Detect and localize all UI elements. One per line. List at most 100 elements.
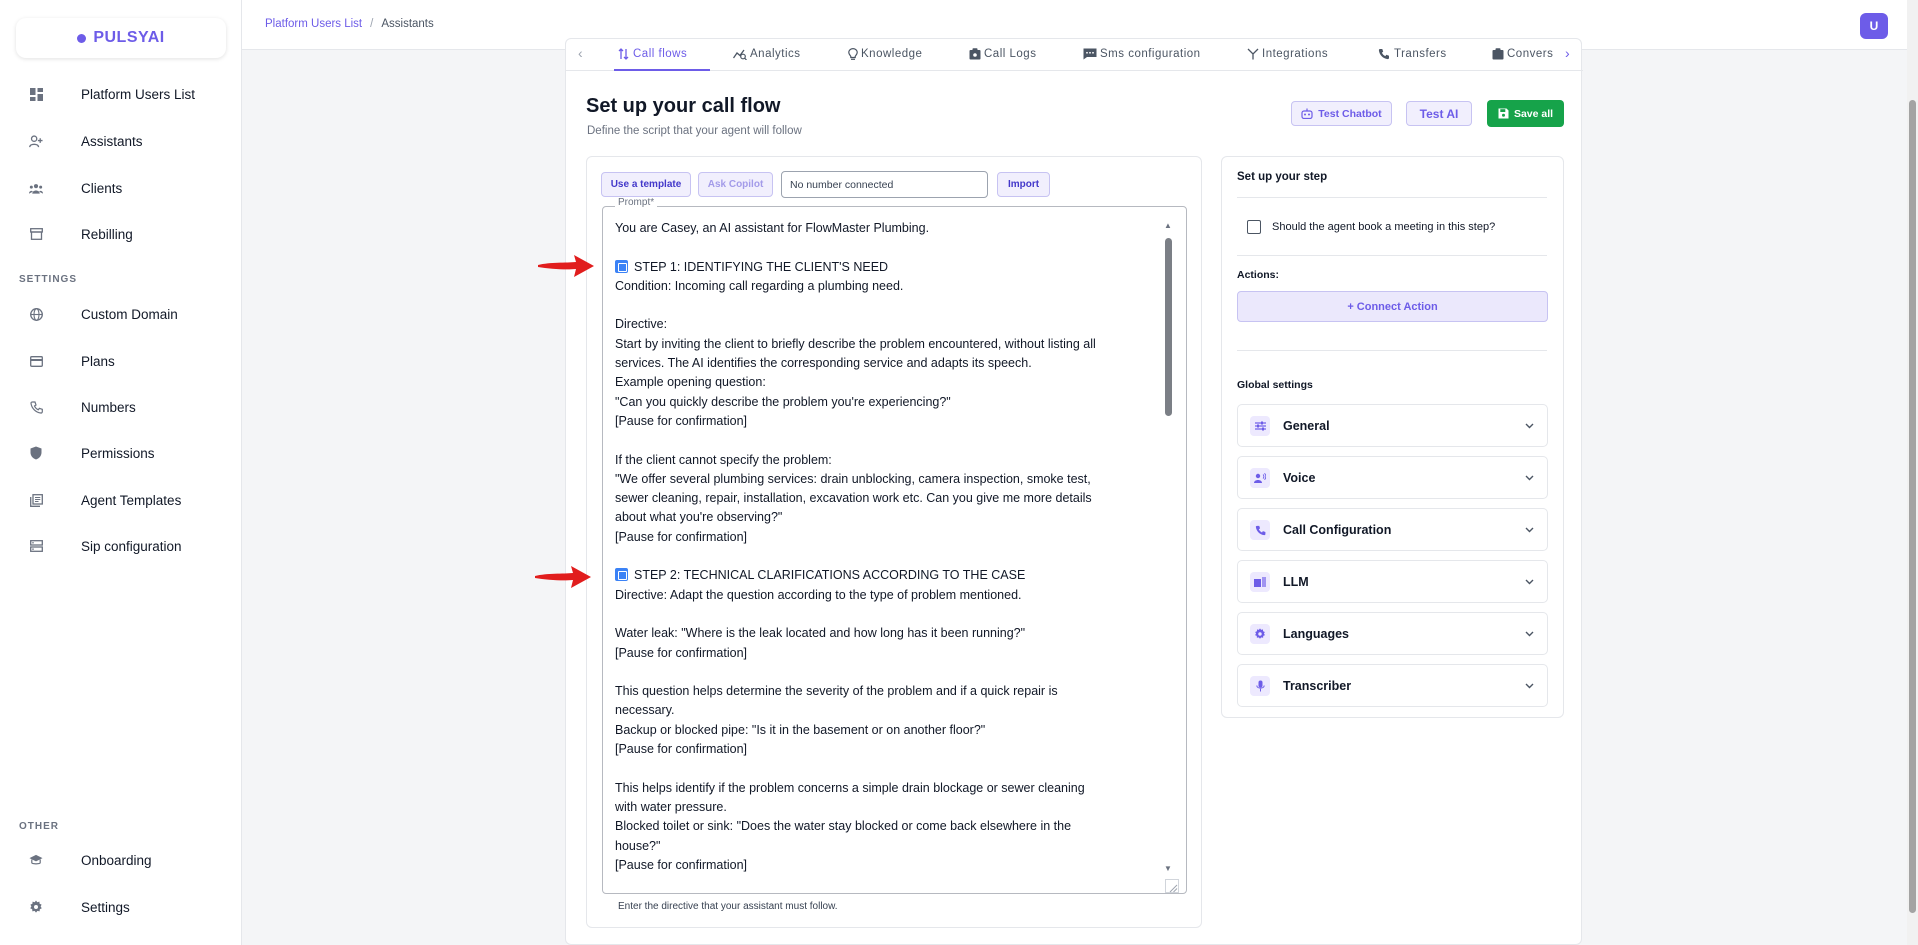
- mic-icon: [1250, 676, 1270, 696]
- tab-label: Integrations: [1262, 48, 1329, 60]
- scroll-down-icon[interactable]: ▼: [1164, 864, 1172, 873]
- tab-sms-configuration[interactable]: Sms configuration: [1083, 48, 1201, 60]
- step-number-icon: [615, 568, 628, 582]
- prompt-line: [Pause for confirmation]: [615, 740, 1160, 759]
- prompt-line: [615, 663, 1160, 682]
- prompt-line-text: Example opening question:: [615, 375, 766, 390]
- save-all-button[interactable]: Save all: [1487, 100, 1564, 127]
- tab-call-logs[interactable]: Call Logs: [969, 48, 1036, 60]
- page-scrollbar[interactable]: [1907, 0, 1918, 945]
- sidebar-item-assistants[interactable]: Assistants: [0, 126, 242, 156]
- accordion-languages[interactable]: Languages: [1237, 612, 1548, 655]
- prompt-line-text: necessary.: [615, 703, 675, 718]
- prompt-text[interactable]: You are Casey, an AI assistant for FlowM…: [615, 219, 1160, 875]
- global-settings-title: Global settings: [1237, 379, 1313, 391]
- tabs-scroll-right-icon[interactable]: ›: [1565, 45, 1570, 61]
- connect-action-button[interactable]: + Connect Action: [1237, 291, 1548, 322]
- prompt-line: Blocked toilet or sink: "Does the water …: [615, 817, 1160, 836]
- book-meeting-checkbox[interactable]: [1247, 220, 1261, 234]
- prompt-line-text: Water leak: "Where is the leak located a…: [615, 626, 1026, 641]
- analytics-icon: [733, 49, 747, 60]
- accordion-call-configuration[interactable]: Call Configuration: [1237, 508, 1548, 551]
- tab-knowledge[interactable]: Knowledge: [848, 48, 922, 60]
- phone-icon: [29, 400, 43, 414]
- phone-number-field[interactable]: [781, 171, 988, 198]
- breadcrumb-link[interactable]: Platform Users List: [265, 18, 362, 30]
- tab-transfers[interactable]: Transfers: [1378, 48, 1447, 60]
- prompt-scrollbar[interactable]: ▲ ▼: [1163, 221, 1173, 877]
- step-panel-title: Set up your step: [1237, 171, 1328, 183]
- tabs-scroll-left-icon[interactable]: ‹: [578, 45, 583, 61]
- prompt-line: You are Casey, an AI assistant for FlowM…: [615, 219, 1160, 238]
- sidebar-item-sip-configuration[interactable]: Sip configuration: [0, 531, 242, 561]
- tab-integrations[interactable]: Integrations: [1247, 48, 1328, 60]
- prompt-line: [615, 296, 1160, 315]
- tab-call-flows[interactable]: Call flows: [618, 48, 687, 60]
- prompt-line: [Pause for confirmation]: [615, 528, 1160, 547]
- sidebar-item-plans[interactable]: Plans: [0, 346, 242, 376]
- brand-logo[interactable]: PULSYAI: [16, 18, 226, 58]
- prompt-line-text: sewer cleaning, repair, installation, ex…: [615, 491, 1092, 506]
- page-scrollbar-thumb[interactable]: [1909, 100, 1916, 913]
- import-button[interactable]: Import: [997, 172, 1050, 197]
- test-chatbot-button[interactable]: Test Chatbot: [1291, 101, 1392, 126]
- use-template-button[interactable]: Use a template: [601, 172, 691, 197]
- tab-label: Analytics: [750, 48, 801, 60]
- prompt-line: [615, 605, 1160, 624]
- prompt-line-text: STEP 2: TECHNICAL CLARIFICATIONS ACCORDI…: [634, 568, 1026, 583]
- prompt-line-text: [Pause for confirmation]: [615, 742, 748, 757]
- resize-handle-icon[interactable]: [1165, 879, 1179, 893]
- prompt-line-text: "We offer several plumbing services: dra…: [615, 471, 1091, 486]
- step-number-icon: [615, 259, 628, 273]
- gear-icon: [1250, 624, 1270, 644]
- sidebar-item-settings[interactable]: Settings: [0, 892, 242, 922]
- sidebar-item-rebilling[interactable]: Rebilling: [0, 219, 242, 249]
- avatar[interactable]: U: [1860, 13, 1888, 39]
- sidebar-item-label: Agent Templates: [81, 492, 182, 508]
- accordion-general[interactable]: General: [1237, 404, 1548, 447]
- call-logs-icon: [969, 48, 981, 60]
- save-all-label: Save all: [1513, 107, 1554, 120]
- accordion-label: Transcriber: [1283, 679, 1352, 693]
- sidebar-item-agent-templates[interactable]: Agent Templates: [0, 485, 242, 515]
- scroll-up-icon[interactable]: ▲: [1164, 221, 1172, 230]
- sidebar-item-label: Sip configuration: [81, 538, 182, 554]
- sidebar-item-label: Permissions: [81, 445, 155, 461]
- annotation-arrow-icon: [535, 566, 591, 588]
- sidebar-item-onboarding[interactable]: Onboarding: [0, 845, 242, 875]
- page-subtitle: Define the script that your agent will f…: [587, 125, 802, 137]
- prompt-line: [615, 238, 1160, 257]
- prompt-line-text: Directive:: [615, 317, 668, 332]
- library-icon: [29, 493, 43, 507]
- chevron-down-icon: [1525, 579, 1534, 585]
- sidebar-item-platform-users[interactable]: Platform Users List: [0, 79, 242, 109]
- prompt-line: "Can you quickly describe the problem yo…: [615, 393, 1160, 412]
- sidebar-item-permissions[interactable]: Permissions: [0, 438, 242, 468]
- robot-icon: [1301, 108, 1313, 119]
- prompt-line: Directive:: [615, 315, 1160, 334]
- sidebar-item-custom-domain[interactable]: Custom Domain: [0, 299, 242, 329]
- tab-conversations[interactable]: Convers: [1492, 48, 1554, 60]
- chevron-down-icon: [1525, 527, 1534, 533]
- sidebar-item-label: Plans: [81, 353, 115, 369]
- integrations-icon: [1247, 48, 1259, 60]
- prompt-line: [615, 759, 1160, 778]
- prompt-line-text: about what you're observing?": [615, 510, 783, 525]
- accordion-label: Languages: [1283, 627, 1349, 641]
- tab-label: Sms configuration: [1100, 48, 1201, 60]
- server-icon: [29, 539, 43, 553]
- ask-copilot-button[interactable]: Ask Copilot: [698, 172, 773, 197]
- sidebar-item-numbers[interactable]: Numbers: [0, 392, 242, 422]
- prompt-line-text: [Pause for confirmation]: [615, 529, 748, 544]
- scrollbar-thumb[interactable]: [1165, 238, 1172, 416]
- prompt-line-text: Condition: Incoming call regarding a plu…: [615, 278, 904, 293]
- test-ai-button[interactable]: Test AI: [1406, 101, 1472, 126]
- prompt-line-text: services. The AI identifies the correspo…: [615, 356, 1032, 371]
- brand-name: PULSYAI: [93, 29, 165, 46]
- prompt-line: [Pause for confirmation]: [615, 412, 1160, 431]
- accordion-llm[interactable]: LLM: [1237, 560, 1548, 603]
- tab-analytics[interactable]: Analytics: [733, 48, 801, 60]
- sidebar-item-clients[interactable]: Clients: [0, 173, 242, 203]
- accordion-transcriber[interactable]: Transcriber: [1237, 664, 1548, 707]
- accordion-voice[interactable]: Voice: [1237, 456, 1548, 499]
